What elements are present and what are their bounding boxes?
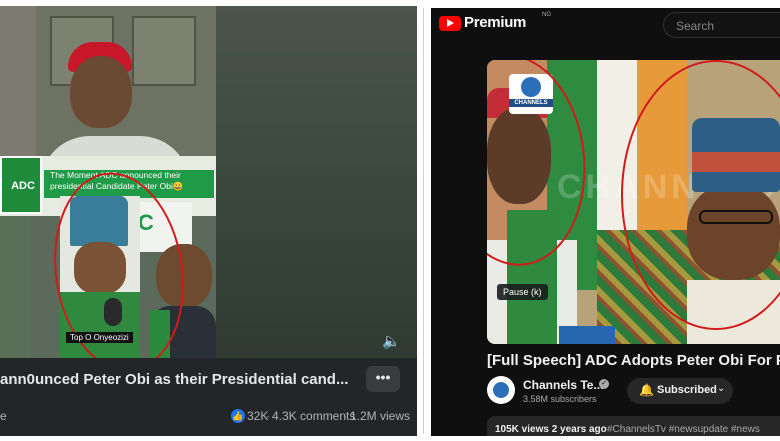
separator-dot: · xyxy=(343,409,347,423)
speaker-face xyxy=(70,56,132,128)
youtube-logo-icon[interactable] xyxy=(439,16,461,31)
play-triangle-icon xyxy=(447,19,454,27)
video-title: [Full Speech] ADC Adopts Peter Obi For P… xyxy=(487,352,780,369)
channel-avatar[interactable] xyxy=(487,376,515,404)
more-options-button[interactable]: ••• xyxy=(366,366,400,392)
divider-line xyxy=(423,8,424,434)
adc-logo-text: ADC xyxy=(11,180,35,192)
blurred-background xyxy=(216,6,417,358)
name-tag: Top O Onyeozizi xyxy=(66,332,133,343)
region-code: NG xyxy=(542,12,551,18)
video-stats-row: e 👍 32K · 4.3K comments · 1.2M views xyxy=(0,398,417,436)
subscribed-label: Subscribed xyxy=(657,384,717,396)
video-frame: ADC The Moment ADC announced their presi… xyxy=(0,6,216,358)
search-input[interactable]: Search xyxy=(663,12,780,38)
stat-left-fragment: e xyxy=(0,409,7,423)
page: ADC The Moment ADC announced their presi… xyxy=(0,0,780,441)
video-title-row: ann0unced Peter Obi as their Presidentia… xyxy=(0,358,417,396)
verified-check-icon: ✓ xyxy=(599,379,609,389)
channel-name[interactable]: Channels Te... xyxy=(523,378,603,392)
youtube-video-player[interactable]: CHANNELS CHANNELS Pause (k) xyxy=(487,60,780,344)
youtube-panel: Premium NG Search CHANNELS CHANNELS Paus… xyxy=(431,8,780,436)
search-placeholder: Search xyxy=(676,19,715,33)
youtube-premium-label[interactable]: Premium xyxy=(464,14,526,31)
thumbs-up-icon[interactable]: 👍 xyxy=(231,409,245,423)
bell-icon: 🔔 xyxy=(639,383,654,397)
hashtags[interactable]: #ChannelsTv #newsupdate #news xyxy=(607,424,760,435)
volume-icon[interactable]: 🔈 xyxy=(382,332,401,350)
separator-dot: · xyxy=(266,409,270,423)
facebook-video-player[interactable]: ADC The Moment ADC announced their presi… xyxy=(0,6,417,358)
chevron-down-icon: ⌄ xyxy=(717,383,726,394)
subscribed-button[interactable]: 🔔 Subscribed ⌄ xyxy=(627,378,733,404)
title-main: n0unced Peter Obi as their Presidential … xyxy=(17,371,349,388)
divider xyxy=(420,0,428,441)
views-count: 1.2M views xyxy=(350,409,411,423)
title-prefix: an xyxy=(0,371,18,388)
adc-logo: ADC xyxy=(0,156,42,214)
views-and-date: 105K views 2 years ago xyxy=(495,424,607,435)
facebook-video-panel: ADC The Moment ADC announced their presi… xyxy=(0,6,417,436)
subscriber-count: 3.58M subscribers xyxy=(523,394,597,404)
background-person xyxy=(0,216,30,358)
globe-icon xyxy=(493,382,509,398)
video-title[interactable]: ann0unced Peter Obi as their Presidentia… xyxy=(0,371,348,388)
door-panel xyxy=(132,16,196,86)
pause-tooltip: Pause (k) xyxy=(497,284,548,300)
description-box[interactable]: 105K views 2 years ago #ChannelsTv #news… xyxy=(487,416,780,436)
podium xyxy=(559,326,615,344)
